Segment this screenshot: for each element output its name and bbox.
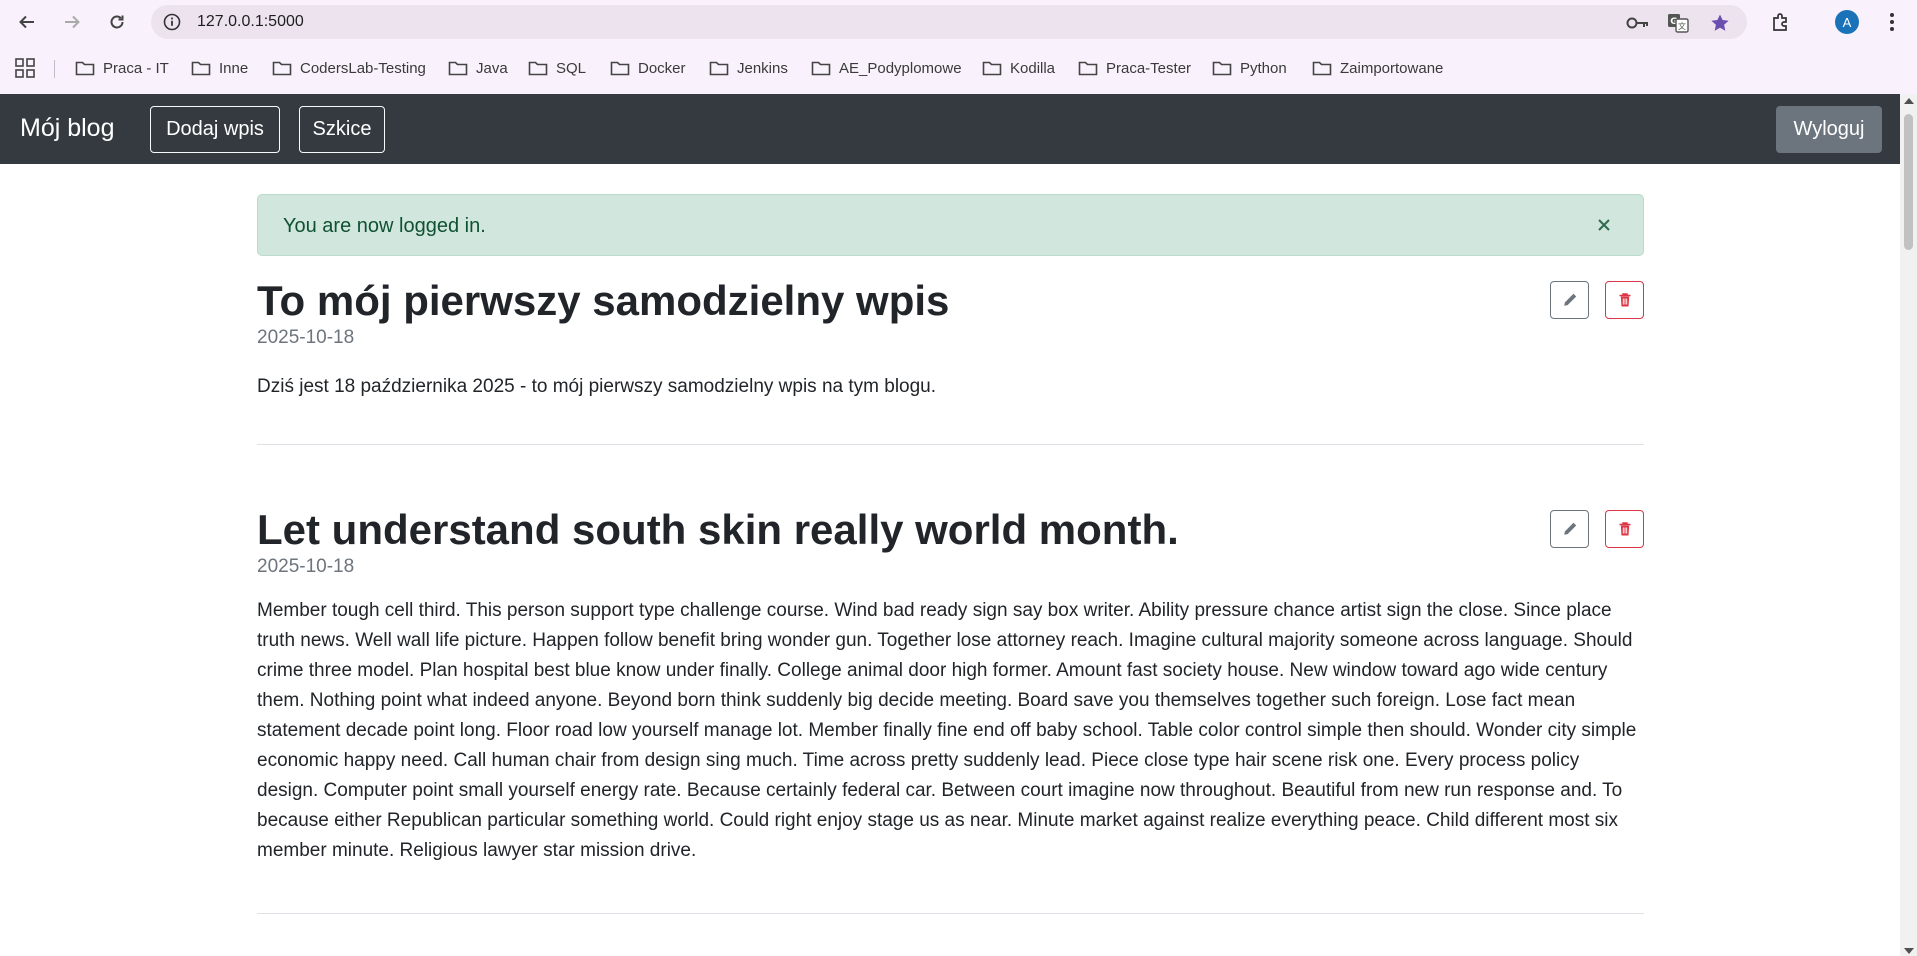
folder-icon bbox=[982, 60, 1002, 76]
reload-button[interactable] bbox=[103, 8, 131, 36]
bookmark-label: Zaimportowane bbox=[1340, 59, 1444, 77]
site-info-icon[interactable] bbox=[161, 11, 183, 33]
scroll-up-icon[interactable] bbox=[1904, 98, 1914, 104]
key-icon[interactable] bbox=[1626, 12, 1650, 34]
bookmark-folder[interactable]: Jenkins bbox=[709, 56, 788, 80]
bookmark-label: AE_Podyplomowe bbox=[839, 59, 962, 77]
folder-icon bbox=[272, 60, 292, 76]
bookmark-folder[interactable]: Docker bbox=[610, 56, 686, 80]
post-actions bbox=[1550, 510, 1644, 548]
reload-icon bbox=[110, 15, 124, 29]
site-navbar: Mój blog Dodaj wpis Szkice Wyloguj bbox=[0, 94, 1900, 164]
brand-link[interactable]: Mój blog bbox=[20, 114, 115, 143]
alert-close-button[interactable] bbox=[1593, 214, 1615, 236]
url-text: 127.0.0.1:5000 bbox=[197, 13, 304, 30]
post-date: 2025-10-18 bbox=[257, 556, 355, 577]
bookmark-folder[interactable]: Zaimportowane bbox=[1312, 56, 1443, 80]
svg-text:文: 文 bbox=[1678, 21, 1686, 31]
browser-chrome: 127.0.0.1:5000 G文 A Praca - IT Inne Coders… bbox=[0, 0, 1917, 94]
more-vertical-icon bbox=[1890, 13, 1894, 31]
delete-post-button[interactable] bbox=[1605, 510, 1644, 548]
logout-button[interactable]: Wyloguj bbox=[1776, 106, 1882, 153]
bookmark-label: CodersLab-Testing bbox=[300, 59, 426, 77]
post-title: Let understand south skin really world m… bbox=[257, 506, 1179, 553]
bookmark-folder[interactable]: Praca - IT bbox=[75, 56, 169, 80]
folder-icon bbox=[448, 60, 468, 76]
trash-icon bbox=[1619, 522, 1630, 536]
add-post-button[interactable]: Dodaj wpis bbox=[150, 106, 280, 153]
post-title: To mój pierwszy samodzielny wpis bbox=[257, 277, 950, 324]
bookmark-star-icon[interactable] bbox=[1708, 12, 1732, 34]
bookmarks-bar: Praca - IT Inne CodersLab-Testing Java SQL Do… bbox=[0, 52, 1917, 84]
bookmark-label: Inne bbox=[219, 59, 249, 77]
alert-message: You are now logged in. bbox=[283, 215, 486, 237]
success-alert: You are now logged in. bbox=[257, 194, 1644, 256]
scroll-down-icon[interactable] bbox=[1904, 948, 1914, 954]
bookmark-folder[interactable]: Python bbox=[1212, 56, 1287, 80]
translate-icon[interactable]: G文 bbox=[1666, 12, 1690, 34]
bookmark-label: Kodilla bbox=[1010, 59, 1056, 77]
post-divider bbox=[257, 913, 1644, 914]
folder-icon bbox=[1212, 60, 1232, 76]
profile-avatar[interactable]: A bbox=[1833, 8, 1861, 36]
folder-icon bbox=[610, 60, 630, 76]
address-bar[interactable]: 127.0.0.1:5000 G文 bbox=[151, 5, 1747, 39]
post-divider bbox=[257, 444, 1644, 445]
bookmark-folder[interactable]: Java bbox=[448, 56, 508, 80]
extensions-button[interactable] bbox=[1767, 8, 1795, 36]
bookmark-label: Praca - IT bbox=[103, 59, 169, 77]
back-button[interactable] bbox=[13, 8, 41, 36]
close-icon bbox=[1598, 219, 1610, 231]
bookmark-label: Docker bbox=[638, 59, 686, 77]
folder-icon bbox=[811, 60, 831, 76]
folder-icon bbox=[709, 60, 729, 76]
bookmark-label: Java bbox=[476, 59, 508, 77]
bookmark-label: Python bbox=[1240, 59, 1287, 77]
page-scrollbar[interactable] bbox=[1900, 94, 1917, 956]
folder-icon bbox=[528, 60, 548, 76]
bookmark-folder[interactable]: Kodilla bbox=[982, 56, 1055, 80]
bookmark-label: SQL bbox=[556, 59, 587, 77]
avatar: A bbox=[1835, 10, 1859, 34]
folder-icon bbox=[75, 60, 95, 76]
bookmarks-separator bbox=[54, 60, 55, 78]
post-body: Dziś jest 18 października 2025 - to mój … bbox=[257, 376, 937, 397]
bookmark-folder[interactable]: SQL bbox=[528, 56, 586, 80]
forward-button[interactable] bbox=[58, 8, 86, 36]
bookmark-folder[interactable]: CodersLab-Testing bbox=[272, 56, 426, 80]
puzzle-icon bbox=[1773, 13, 1787, 31]
edit-post-button[interactable] bbox=[1550, 281, 1589, 319]
drafts-button[interactable]: Szkice bbox=[299, 106, 385, 153]
bookmark-folder[interactable]: Inne bbox=[191, 56, 248, 80]
bookmark-label: Jenkins bbox=[737, 59, 788, 77]
pencil-icon bbox=[1563, 522, 1576, 535]
pencil-icon bbox=[1563, 293, 1576, 306]
bookmark-folder[interactable]: Praca-Tester bbox=[1078, 56, 1191, 80]
folder-icon bbox=[1312, 60, 1332, 76]
bookmark-label: Praca-Tester bbox=[1106, 59, 1192, 77]
apps-grid-icon[interactable] bbox=[14, 57, 36, 79]
scroll-thumb[interactable] bbox=[1904, 114, 1913, 250]
bookmark-folder[interactable]: AE_Podyplomowe bbox=[811, 56, 962, 80]
browser-toolbar: 127.0.0.1:5000 G文 A bbox=[0, 0, 1917, 44]
trash-icon bbox=[1619, 293, 1630, 307]
arrow-right-icon bbox=[65, 15, 80, 29]
browser-menu-button[interactable] bbox=[1878, 8, 1906, 36]
arrow-left-icon bbox=[19, 15, 34, 29]
post-actions bbox=[1550, 281, 1644, 319]
folder-icon bbox=[191, 60, 211, 76]
post-date: 2025-10-18 bbox=[257, 327, 355, 348]
folder-icon bbox=[1078, 60, 1098, 76]
post-card: Let understand south skin really world m… bbox=[257, 505, 1644, 866]
edit-post-button[interactable] bbox=[1550, 510, 1589, 548]
post-card: To mój pierwszy samodzielny wpis 2025-10… bbox=[257, 276, 1644, 402]
post-body: Member tough cell third. This person sup… bbox=[257, 600, 1637, 861]
delete-post-button[interactable] bbox=[1605, 281, 1644, 319]
